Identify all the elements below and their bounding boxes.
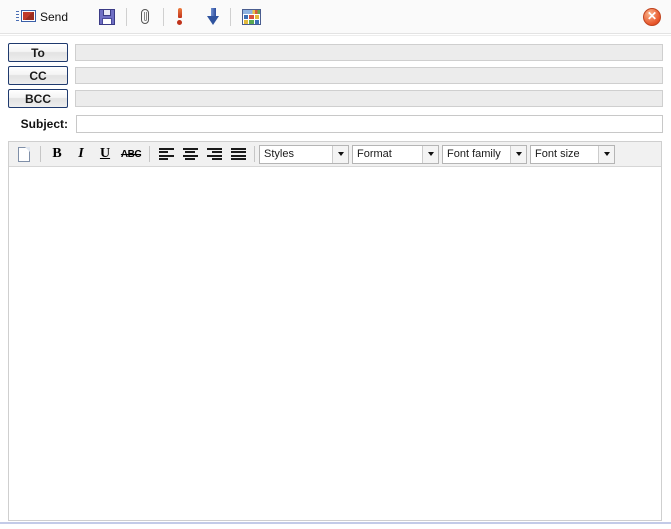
subject-row: Subject: <box>0 113 671 134</box>
cc-input[interactable] <box>75 67 663 84</box>
align-justify-icon <box>230 148 246 160</box>
send-button[interactable]: Send <box>10 3 74 31</box>
chevron-down-icon <box>332 145 348 163</box>
underline-button[interactable]: U <box>93 143 117 166</box>
editor-divider-1 <box>40 146 41 162</box>
send-button-label: Send <box>40 9 69 24</box>
bcc-input[interactable] <box>75 90 663 107</box>
to-row: To <box>0 42 671 63</box>
toolbar-separator-line-2 <box>0 35 671 36</box>
bold-icon: B <box>52 146 62 161</box>
strikethrough-button[interactable]: ABC <box>117 143 145 166</box>
insert-table-icon <box>242 8 262 25</box>
to-picker-button[interactable]: To <box>8 43 68 62</box>
rich-text-editor: B I U ABC Styles Format Font family Font… <box>8 141 662 521</box>
styles-select-value: Styles <box>264 148 294 160</box>
align-left-icon <box>158 148 174 160</box>
format-select[interactable]: Format <box>352 144 439 164</box>
editor-divider-2 <box>149 146 150 162</box>
chevron-down-icon <box>510 145 526 163</box>
cc-row: CC <box>0 65 671 86</box>
compose-mail-window: Send ✕ To CC BCC Subject: B I U ABC Styl… <box>0 0 671 529</box>
toolbar-divider-2 <box>163 7 165 26</box>
align-left-button[interactable] <box>154 143 178 166</box>
insert-table-button[interactable] <box>236 3 267 31</box>
italic-icon: I <box>78 146 84 161</box>
align-center-button[interactable] <box>178 143 202 166</box>
high-priority-button[interactable] <box>169 3 191 31</box>
attach-file-button[interactable] <box>132 3 158 31</box>
subject-label: Subject: <box>20 116 68 131</box>
low-priority-button[interactable] <box>201 3 225 31</box>
strikethrough-icon: ABC <box>120 148 142 160</box>
align-right-icon <box>206 148 222 160</box>
bold-button[interactable]: B <box>45 143 69 166</box>
close-icon: ✕ <box>646 9 658 23</box>
floppy-save-icon <box>99 8 116 25</box>
format-select-value: Format <box>357 148 392 160</box>
italic-button[interactable]: I <box>69 143 93 166</box>
align-center-icon <box>182 148 198 160</box>
bottom-rule <box>0 522 671 524</box>
align-justify-button[interactable] <box>226 143 250 166</box>
main-toolbar: Send ✕ <box>0 0 671 33</box>
chevron-down-icon <box>598 145 614 163</box>
bcc-picker-button[interactable]: BCC <box>8 89 68 108</box>
close-button[interactable]: ✕ <box>643 8 661 26</box>
font-family-select[interactable]: Font family <box>442 144 527 164</box>
font-size-select-value: Font size <box>535 148 580 160</box>
bcc-row: BCC <box>0 88 671 109</box>
chevron-down-icon <box>422 145 438 163</box>
toolbar-divider-3 <box>230 7 232 26</box>
toolbar-separator-line <box>0 33 671 34</box>
subject-input[interactable] <box>76 114 663 133</box>
exclamation-high-priority-icon <box>175 8 185 25</box>
to-input[interactable] <box>75 44 663 61</box>
editor-divider-3 <box>254 146 255 162</box>
new-document-icon <box>18 146 30 162</box>
envelope-send-icon <box>16 9 36 24</box>
font-family-select-value: Font family <box>447 148 501 160</box>
new-document-button[interactable] <box>12 143 36 166</box>
down-arrow-low-priority-icon <box>207 8 220 25</box>
underline-icon: U <box>99 146 111 161</box>
save-draft-button[interactable] <box>93 3 121 31</box>
align-right-button[interactable] <box>202 143 226 166</box>
cc-picker-button[interactable]: CC <box>8 66 68 85</box>
message-body-input[interactable] <box>9 167 661 520</box>
editor-toolbar: B I U ABC Styles Format Font family Font… <box>9 142 661 167</box>
styles-select[interactable]: Styles <box>259 144 349 164</box>
paperclip-icon <box>138 8 152 26</box>
font-size-select[interactable]: Font size <box>530 144 615 164</box>
toolbar-divider-1 <box>126 7 128 26</box>
